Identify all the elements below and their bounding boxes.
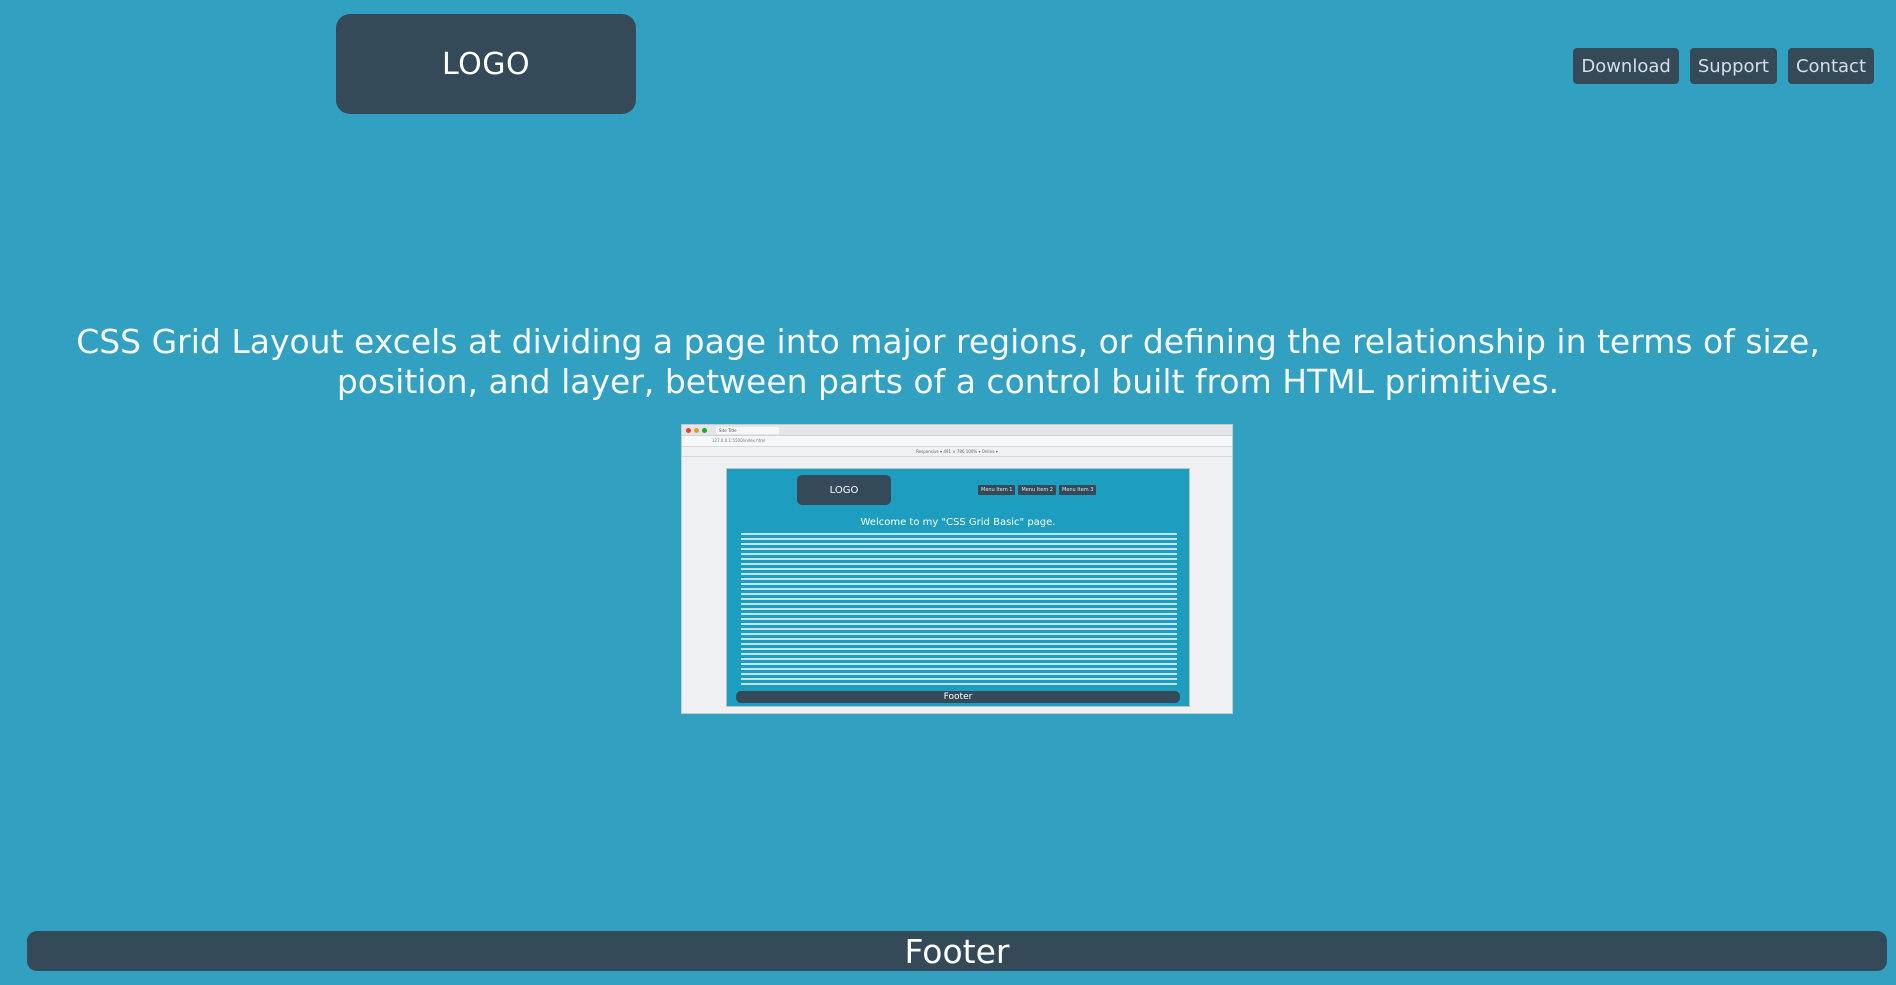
download-button[interactable]: Download <box>1573 48 1679 84</box>
screenshot-menu-item: Menu Item 3 <box>1058 485 1097 495</box>
window-close-icon <box>686 427 691 433</box>
screenshot-menu-item: Menu Item 1 <box>978 485 1016 495</box>
screenshot-menu: Menu Item 1 Menu Item 2 Menu Item 3 <box>978 485 1097 495</box>
screenshot-devtools-bar: Responsive ▾ 491 × 786 100% ▾ Online ▾ <box>682 447 1232 457</box>
screenshot-body-text <box>741 533 1177 685</box>
contact-button[interactable]: Contact <box>1787 48 1874 84</box>
window-maximize-icon <box>702 427 707 433</box>
main-description: CSS Grid Layout excels at dividing a pag… <box>76 322 1820 401</box>
screenshot-logo: LOGO <box>797 475 891 505</box>
logo[interactable]: LOGO <box>336 14 636 114</box>
screenshot-menu-item: Menu Item 2 <box>1018 485 1056 495</box>
support-button[interactable]: Support <box>1689 48 1777 84</box>
window-minimize-icon <box>694 427 699 433</box>
screenshot-window-titlebar: Site Title <box>682 425 1232 436</box>
screenshot-tab-title: Site Title <box>716 426 779 434</box>
top-nav: Download Support Contact <box>1573 48 1874 84</box>
screenshot-image: Site Title 127.0.0.1:5500/index.html Res… <box>681 424 1233 714</box>
screenshot-page-viewport: LOGO Menu Item 1 Menu Item 2 Menu Item 3… <box>726 468 1190 707</box>
screenshot-footer: Footer <box>736 691 1180 703</box>
screenshot-heading: Welcome to my "CSS Grid Basic" page. <box>860 517 1056 528</box>
screenshot-url-bar: 127.0.0.1:5500/index.html <box>682 436 1232 447</box>
page-footer: Footer <box>27 931 1887 971</box>
